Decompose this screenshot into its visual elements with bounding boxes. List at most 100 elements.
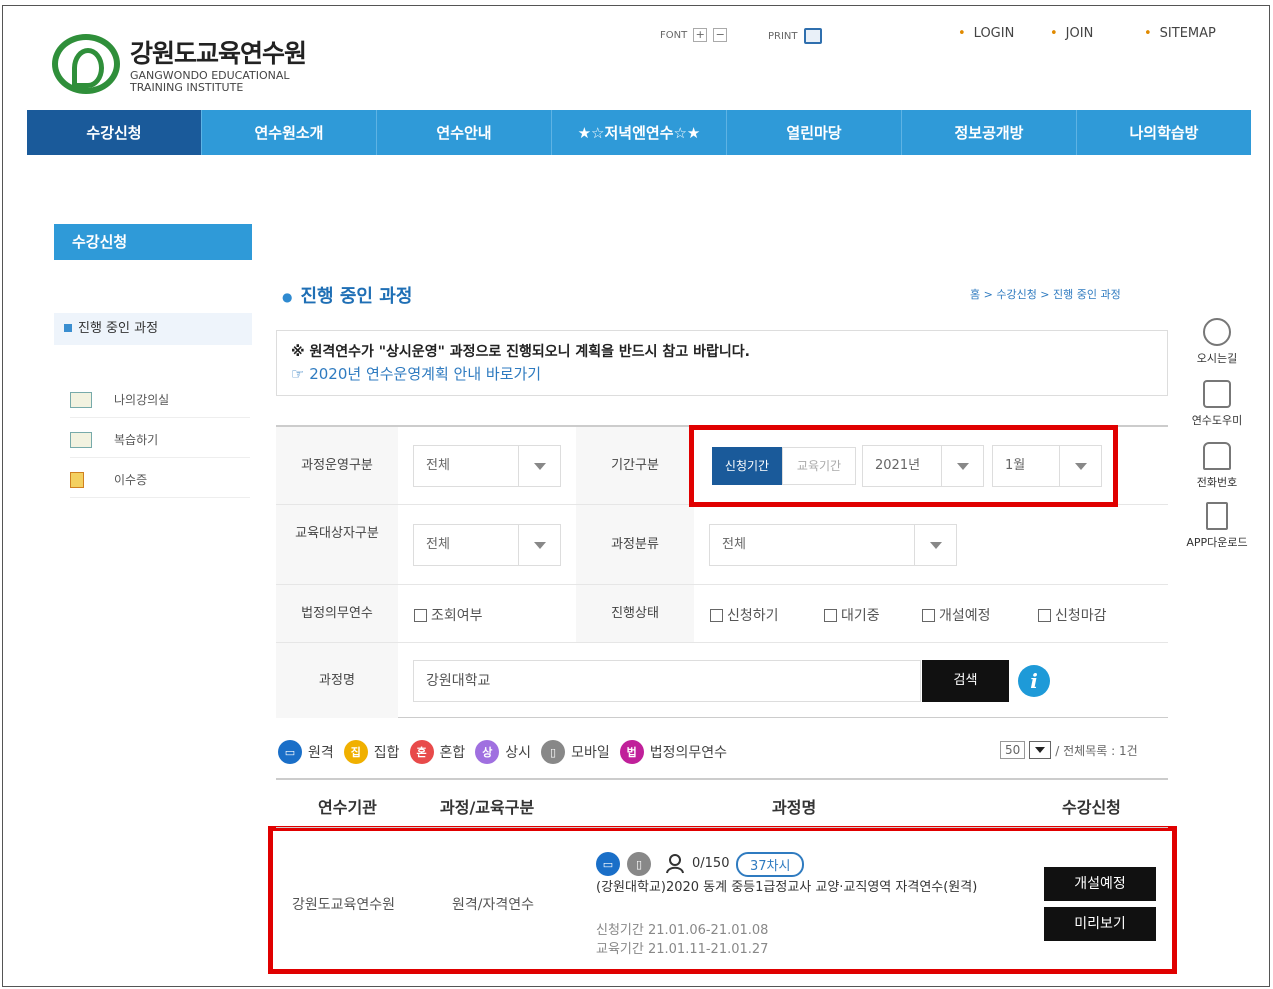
quick-label: 오시는길 (1196, 352, 1238, 365)
sitemap-link[interactable]: SITEMAP (1144, 26, 1216, 41)
category-select[interactable]: 전체 (709, 524, 957, 566)
preview-button[interactable]: 미리보기 (1044, 907, 1156, 941)
status-waiting-checkbox[interactable]: 대기중 (824, 605, 880, 625)
location-icon (1203, 318, 1231, 346)
status-apply-checkbox[interactable]: 신청하기 (710, 605, 779, 625)
row-org: 강원도교육연수원 (292, 897, 396, 913)
nav-item-info[interactable]: 정보공개방 (902, 110, 1077, 155)
course-name-input[interactable]: 강원대학교 (413, 660, 921, 702)
chevron-down-icon (914, 525, 956, 565)
op-type-value: 전체 (426, 458, 450, 473)
period-label: 기간구분 (576, 427, 694, 504)
notice-box: ※ 원격연수가 "상시운영" 과정으로 진행되오니 계획을 반드시 참고 바랍니… (276, 330, 1168, 396)
square-bullet-icon (64, 324, 72, 332)
font-increase-button[interactable]: + (693, 28, 708, 42)
status-option-label: 대기중 (841, 608, 880, 624)
plan-link[interactable]: ☞ 2020년 연수운영계획 안내 바로가기 (291, 363, 1153, 384)
sidebar-title: 수강신청 (54, 224, 252, 260)
font-size-controls: FONT + − (660, 28, 728, 42)
nav-item-evening[interactable]: ★☆저녁엔연수☆★ (552, 110, 727, 155)
course-name-label: 과정명 (276, 643, 398, 718)
quick-label: 연수도우미 (1191, 414, 1243, 427)
site-logo[interactable]: 강원도교육연수원 GANGWONDO EDUCATIONAL TRAINING … (52, 34, 307, 94)
status-closed-checkbox[interactable]: 신청마감 (1038, 605, 1107, 625)
status-label: 진행상태 (576, 585, 694, 642)
legend-label: 혼합 (439, 745, 466, 761)
category-label: 과정분류 (576, 505, 694, 584)
row-edu-period: 교육기간 21.01.11-21.01.27 (596, 942, 769, 957)
legend-label: 모바일 (571, 745, 610, 761)
legend-label: 법정의무연수 (649, 745, 727, 761)
col-type: 과정/교육구분 (440, 798, 535, 817)
mobile-icon: ▯ (541, 740, 566, 764)
status-planned-checkbox[interactable]: 개설예정 (922, 605, 991, 625)
info-icon[interactable]: i (1018, 665, 1050, 697)
quick-app[interactable]: APP다운로드 (1182, 502, 1252, 550)
logo-korean-name: 강원도교육연수원 (130, 39, 307, 68)
form-row-4: 과정명 강원대학교 검색 i (276, 643, 1168, 718)
legal-icon: 법 (619, 740, 644, 764)
row-course-title[interactable]: (강원대학교)2020 동계 중등1급정교사 교양·교직영역 자격연수(원격) (596, 878, 1036, 897)
nav-item-guide[interactable]: 연수안내 (377, 110, 552, 155)
quick-directions[interactable]: 오시는길 (1182, 318, 1252, 366)
category-value: 전체 (722, 537, 746, 552)
quick-phone[interactable]: 전화번호 (1182, 442, 1252, 490)
logo-emblem-icon (52, 34, 120, 94)
chevron-down-icon[interactable] (1029, 741, 1052, 759)
checkbox-icon (1038, 608, 1051, 622)
nav-item-about[interactable]: 연수원소개 (202, 110, 377, 155)
col-title: 과정명 (772, 798, 817, 817)
nav-item-mylearning[interactable]: 나의학습방 (1077, 110, 1251, 155)
highlight-period-box (689, 425, 1118, 507)
sidebar-item-review[interactable]: 복습하기 (70, 422, 250, 458)
hours-badge: 37차시 (736, 852, 805, 877)
classroom-icon (70, 391, 92, 408)
target-select[interactable]: 전체 (413, 524, 561, 566)
breadcrumb[interactable]: 홈 > 수강신청 > 진행 중인 과정 (970, 286, 1121, 302)
sidebar-item-certificate[interactable]: 이수증 (70, 462, 250, 498)
row-type: 원격/자격연수 (452, 897, 534, 913)
sidebar-item-label: 복습하기 (114, 433, 159, 447)
login-link[interactable]: LOGIN (958, 26, 1015, 41)
checkbox-icon (414, 608, 427, 622)
quick-label: APP다운로드 (1186, 536, 1248, 549)
per-page-select[interactable]: 50 (1000, 741, 1026, 759)
quick-helper[interactable]: 연수도우미 (1182, 380, 1252, 428)
legal-checkbox[interactable]: 조회여부 (414, 605, 483, 625)
checkbox-icon (824, 608, 837, 622)
nav-item-apply[interactable]: 수강신청 (27, 110, 202, 155)
status-option-label: 개설예정 (939, 608, 991, 624)
print-control[interactable]: PRINT (768, 28, 822, 44)
phone-icon (1203, 442, 1231, 470)
helper-icon (1203, 380, 1231, 408)
font-decrease-button[interactable]: − (713, 28, 728, 42)
sidebar-item-label: 진행 중인 과정 (78, 321, 159, 336)
sidebar-item-label: 이수증 (114, 473, 148, 487)
legend-label: 상시 (505, 745, 532, 761)
sidebar-item-classroom[interactable]: 나의강의실 (70, 382, 250, 418)
row-capacity: 0/150 (692, 856, 730, 871)
logo-english-line2: TRAINING INSTITUTE (130, 81, 244, 94)
printer-icon (803, 28, 822, 44)
legend-label: 원격 (308, 745, 334, 761)
book-icon (70, 431, 92, 448)
op-type-select[interactable]: 전체 (413, 445, 561, 487)
mixed-icon: 혼 (409, 740, 434, 764)
certificate-icon (70, 471, 84, 488)
status-option-label: 신청마감 (1055, 608, 1107, 624)
sidebar-item-label: 나의강의실 (114, 393, 170, 407)
nav-item-board[interactable]: 열린마당 (727, 110, 902, 155)
course-type-legend: ▭ 원격 집 집합 혼 혼합 상 상시 ▯ 모바일 법 법정의무연수 (278, 740, 727, 764)
checkbox-icon (710, 608, 723, 622)
always-icon: 상 (475, 740, 500, 764)
sidebar-item-current[interactable]: 진행 중인 과정 (54, 313, 252, 345)
font-label: FONT (660, 29, 688, 41)
checkbox-icon (922, 608, 935, 622)
op-type-label: 과정운영구분 (276, 427, 398, 504)
search-button[interactable]: 검색 (922, 660, 1009, 702)
status-planned-button[interactable]: 개설예정 (1044, 867, 1156, 901)
form-row-3: 법정의무연수 조회여부 진행상태 신청하기 대기중 개설예정 신청마감 (276, 585, 1168, 643)
legal-check-label: 조회여부 (431, 608, 483, 624)
join-link[interactable]: JOIN (1050, 26, 1094, 41)
total-count: / 전체목록 : 1건 (1055, 743, 1138, 758)
